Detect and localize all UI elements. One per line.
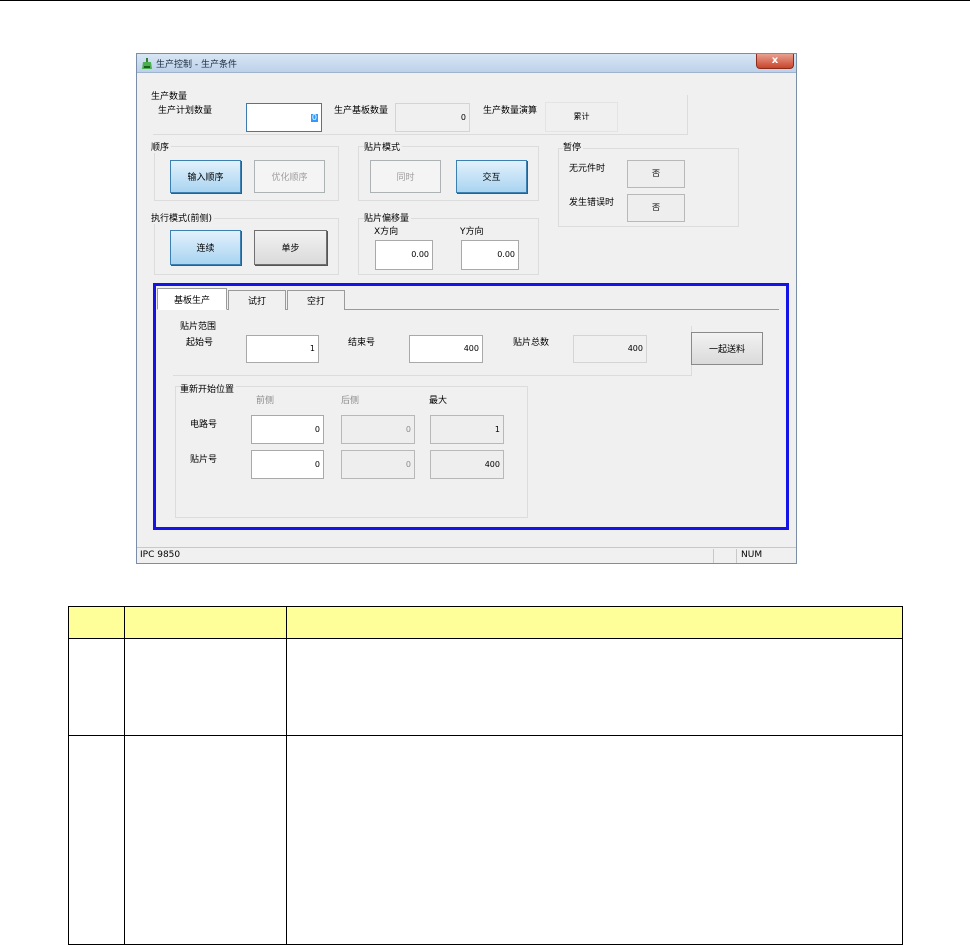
- circuit-front-input[interactable]: 0: [251, 415, 324, 444]
- plan-qty-value: 0: [310, 112, 318, 122]
- table-cell: [285, 735, 904, 945]
- circuit-rear-field: 0: [341, 415, 415, 444]
- col-rear-label: 后侧: [341, 396, 360, 406]
- error-label: 发生错误时: [569, 198, 615, 208]
- table-header-cell: [123, 606, 287, 639]
- production-conditions-window: 生产控制 - 生产条件 x 生产数量 生产计划数量 0 生产基板数量 0 生产数…: [136, 53, 797, 564]
- simultaneous-button[interactable]: 同时: [370, 160, 441, 193]
- y-offset-label: Y方向: [460, 227, 484, 237]
- x-offset-label: X方向: [374, 227, 399, 237]
- input-order-button[interactable]: 输入顺序: [170, 160, 241, 193]
- qty-calc-field: 累计: [545, 102, 618, 132]
- circuit-max-value: 1: [494, 424, 500, 434]
- table-row: [68, 638, 904, 736]
- pause-label: 暂停: [563, 140, 584, 153]
- col-max-label: 最大: [429, 396, 448, 406]
- start-no-value: 1: [309, 344, 315, 353]
- plan-qty-label: 生产计划数量: [158, 106, 213, 116]
- x-offset-input[interactable]: 0.00: [375, 240, 433, 270]
- table-cell: [123, 735, 287, 945]
- total-label: 贴片总数: [513, 338, 550, 348]
- table-cell: [68, 638, 125, 736]
- production-qty-label: 生产数量: [151, 92, 188, 102]
- app-icon: [142, 58, 152, 69]
- start-no-input[interactable]: 1: [246, 335, 319, 363]
- y-offset-value: 0.00: [497, 250, 515, 259]
- window-title: 生产控制 - 生产条件: [156, 60, 237, 70]
- description-table: [68, 606, 904, 945]
- table-header-row: [68, 606, 904, 639]
- tab-dry-run[interactable]: 空打: [287, 290, 345, 310]
- title-bar[interactable]: 生产控制 - 生产条件 x: [137, 54, 796, 73]
- error-field: 否: [627, 194, 685, 222]
- offset-label: 贴片偏移量: [364, 211, 412, 224]
- page-top-rule: [0, 0, 970, 1]
- board-qty-label: 生产基板数量: [334, 106, 389, 116]
- board-qty-field: 0: [395, 103, 470, 132]
- qty-calc-value: 累计: [573, 112, 590, 121]
- plan-qty-input[interactable]: 0: [246, 103, 322, 132]
- status-bar: IPC 9850 NUM: [137, 547, 796, 563]
- end-no-input[interactable]: 400: [409, 335, 483, 363]
- no-parts-value: 否: [652, 169, 660, 178]
- feed-together-button[interactable]: 一起送料: [691, 332, 763, 365]
- end-no-value: 400: [463, 344, 479, 353]
- circuit-front-value: 0: [314, 424, 320, 434]
- continuous-button[interactable]: 连续: [170, 230, 241, 265]
- table-header-cell: [68, 606, 125, 639]
- circuit-max-field: 1: [430, 415, 504, 444]
- alternate-button[interactable]: 交互: [456, 160, 527, 193]
- x-offset-value: 0.00: [411, 250, 429, 259]
- mount-max-field: 400: [430, 450, 504, 479]
- table-cell: [123, 638, 287, 736]
- table-header-cell: [285, 606, 904, 639]
- mount-rear-value: 0: [405, 459, 411, 469]
- mount-max-value: 400: [484, 459, 500, 469]
- error-value: 否: [652, 203, 660, 212]
- circuit-rear-value: 0: [405, 424, 411, 434]
- total-value: 400: [627, 344, 643, 353]
- close-button[interactable]: x: [756, 54, 794, 69]
- mount-front-input[interactable]: 0: [251, 450, 324, 479]
- table-cell: [285, 638, 904, 736]
- mount-mode-label: 贴片模式: [364, 140, 403, 153]
- status-sep-1: [713, 549, 733, 563]
- status-machine: IPC 9850: [140, 550, 181, 560]
- no-parts-field: 否: [627, 160, 685, 188]
- start-no-label: 起始号: [186, 338, 214, 348]
- circuit-no-label: 电路号: [190, 420, 218, 430]
- y-offset-input[interactable]: 0.00: [461, 240, 519, 270]
- mount-rear-field: 0: [341, 450, 415, 479]
- end-no-label: 结束号: [348, 338, 376, 348]
- table-row: [68, 735, 904, 945]
- order-label: 顺序: [151, 140, 172, 153]
- optimize-order-button[interactable]: 优化顺序: [254, 160, 325, 193]
- board-qty-value: 0: [460, 112, 466, 122]
- status-num: NUM: [741, 550, 763, 560]
- tab-trial-run[interactable]: 试打: [228, 290, 286, 310]
- table-cell: [68, 735, 125, 945]
- col-front-label: 前侧: [256, 396, 275, 406]
- tab-board-production[interactable]: 基板生产: [157, 288, 227, 310]
- no-parts-label: 无元件时: [569, 164, 606, 174]
- mount-front-value: 0: [314, 459, 320, 469]
- restart-label: 重新开始位置: [180, 382, 237, 395]
- status-num-cell: NUM: [736, 549, 796, 563]
- total-field: 400: [573, 335, 647, 363]
- qty-calc-label: 生产数量演算: [483, 106, 538, 116]
- mount-no-label: 贴片号: [190, 455, 218, 465]
- range-label: 贴片范围: [180, 322, 217, 332]
- step-button[interactable]: 单步: [254, 230, 327, 265]
- exec-mode-label: 执行模式(前侧): [151, 211, 215, 224]
